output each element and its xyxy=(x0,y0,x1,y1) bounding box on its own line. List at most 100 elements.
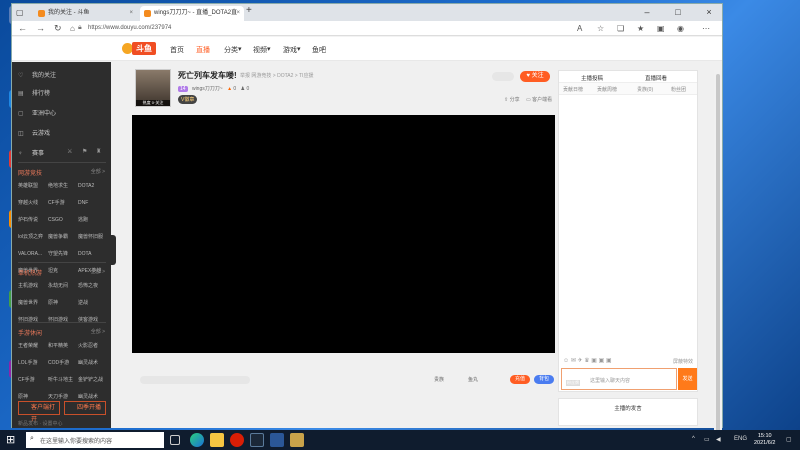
category-link[interactable]: 炉石传说 xyxy=(18,216,48,223)
refresh-icon[interactable]: ↻ xyxy=(54,23,62,34)
category-link[interactable]: 绝地求生 xyxy=(48,182,78,189)
danmaku-input[interactable] xyxy=(140,376,250,384)
emoji-icon[interactable]: ☺ xyxy=(563,358,569,364)
lock-icon[interactable]: 🔒︎ xyxy=(78,24,82,32)
event-logo-icon[interactable]: ⚑ xyxy=(82,148,87,155)
sidebar-footer[interactable]: 新品发布 · 设置中心 xyxy=(18,420,62,427)
category-link[interactable]: 坦克 xyxy=(48,267,78,274)
nav-category[interactable]: 分类 xyxy=(224,45,238,55)
tab-fan-club[interactable]: 粉丝团 xyxy=(671,86,686,93)
category-link[interactable]: 逆战 xyxy=(78,299,108,306)
event-logo-icon[interactable]: ⚔︎ xyxy=(67,148,72,155)
category-link[interactable]: 原神 xyxy=(48,299,78,306)
app-icon[interactable] xyxy=(290,433,304,447)
category-link[interactable]: 魔兽世界 xyxy=(18,299,48,306)
close-tab-icon[interactable]: × xyxy=(129,6,133,21)
tab-following[interactable]: 我的关注 - 斗鱼 × xyxy=(34,6,137,21)
send-danmaku-icon[interactable]: ✈ xyxy=(578,358,583,364)
category-link[interactable]: DOTA2 xyxy=(78,183,108,189)
sidebar-item-center[interactable]: ▢ 亚洲中心 xyxy=(18,108,56,117)
tab-noble[interactable]: 贵族(0) xyxy=(637,86,653,93)
backpack-button[interactable]: 背包 xyxy=(534,375,554,384)
edge-icon[interactable] xyxy=(190,433,204,447)
notification-icon[interactable]: ▢ xyxy=(786,436,792,443)
category-link[interactable]: COD手游 xyxy=(48,359,78,366)
close-window-icon[interactable]: × xyxy=(698,4,720,21)
category-link[interactable]: 魔兽怀旧服 xyxy=(78,233,108,240)
sidebar-item-following[interactable]: ♡ 我的关注 xyxy=(18,70,56,79)
language-indicator[interactable]: ENG xyxy=(734,436,747,442)
category-link[interactable]: 火影忍者 xyxy=(78,342,108,349)
box-icon[interactable]: ▣ xyxy=(606,358,612,364)
tab-actions-icon[interactable]: ▢ xyxy=(16,6,24,19)
category-link[interactable]: 主机游戏 xyxy=(18,282,48,289)
page-scrollbar[interactable] xyxy=(714,70,722,450)
category-link[interactable]: 原神 xyxy=(18,393,48,400)
gift-icon[interactable]: ✉ xyxy=(571,358,576,364)
tab-anchor-post[interactable]: 主播投稿 xyxy=(581,74,603,82)
video-player[interactable] xyxy=(132,115,555,353)
tab-live-room[interactable]: wings刀刀刀~ - 直播_DOTA2直 × xyxy=(140,6,244,21)
category-link[interactable]: 幽灵战术 xyxy=(78,359,108,366)
favorite-icon[interactable]: ☆ xyxy=(597,24,604,33)
category-link[interactable]: 守望先锋 xyxy=(48,250,78,257)
event-logo-icon[interactable]: ♜ xyxy=(96,148,101,155)
chat-input[interactable]: 粉丝牌 这里输入聊天内容 xyxy=(561,368,677,390)
sidebar-item-cloud-game[interactable]: ◫ 云游戏 xyxy=(18,128,50,137)
sidebar-item-rank[interactable]: ▤ 排行榜 xyxy=(18,88,50,97)
volume-icon[interactable]: ◀ xyxy=(716,436,721,443)
close-tab-icon[interactable]: × xyxy=(236,6,240,21)
category-link[interactable]: 听牛斗地主 xyxy=(48,376,78,383)
open-client-button[interactable]: 客户端打开 xyxy=(18,401,60,423)
collections-panel-icon[interactable]: ▣ xyxy=(657,24,665,33)
category-link[interactable]: 幽灵战术 xyxy=(78,393,108,400)
share-button[interactable]: ⇪ 分享 xyxy=(504,96,520,103)
tray-up-icon[interactable]: ^ xyxy=(692,436,695,442)
favorites-bar-icon[interactable]: ★ xyxy=(637,24,644,33)
anchor-avatar[interactable]: 热度 0·关注 xyxy=(135,69,171,107)
box-icon[interactable]: ▣ xyxy=(599,358,605,364)
tab-daily-rank[interactable]: 贡献日榜 xyxy=(563,86,583,93)
category-link[interactable]: 和平精英 xyxy=(48,342,78,349)
client-watch-button[interactable]: ▭ 客户端看 xyxy=(526,96,552,103)
network-icon[interactable]: ▭ xyxy=(704,436,710,443)
profile-icon[interactable]: ◉ xyxy=(677,24,684,33)
forward-icon[interactable]: → xyxy=(36,23,45,34)
sidebar-item-events[interactable]: ♆ 赛事 xyxy=(18,148,44,157)
fan-tag[interactable]: 粉丝牌 xyxy=(566,380,580,386)
category-link[interactable]: CF手游 xyxy=(18,376,48,383)
notify-toggle[interactable] xyxy=(492,72,514,81)
app-icon[interactable] xyxy=(270,433,284,447)
tab-weekly-rank[interactable]: 贡献周榜 xyxy=(597,86,617,93)
nav-category-arrow-icon[interactable]: ▾ xyxy=(238,45,242,53)
menu-icon[interactable]: ⋯ xyxy=(702,24,710,33)
category-link[interactable]: CSGO xyxy=(48,217,78,223)
fullscreen-toggle[interactable]: 贵族 xyxy=(434,376,444,383)
block-effects-toggle[interactable]: 屏蔽特效 xyxy=(673,358,693,365)
send-button[interactable]: 发送 xyxy=(678,368,697,390)
yuwan-counter[interactable]: 鱼丸 xyxy=(468,376,478,383)
file-explorer-icon[interactable] xyxy=(210,433,224,447)
anchor-name[interactable]: wings刀刀刀~ xyxy=(192,86,223,92)
category-link[interactable]: 逃跑 xyxy=(78,216,108,223)
nav-game-arrow-icon[interactable]: ▾ xyxy=(297,45,301,53)
category-link[interactable]: DOTA xyxy=(78,251,108,257)
nav-fishbar[interactable]: 鱼吧 xyxy=(312,45,326,55)
category-link[interactable]: 王者荣耀 xyxy=(18,342,48,349)
crown-icon[interactable]: ♛ xyxy=(584,358,589,364)
room-meta[interactable]: 举报 网游竞技 > DOTA2 > TI应援 xyxy=(240,72,313,79)
category-link[interactable]: CF手游 xyxy=(48,199,78,206)
task-view-icon[interactable] xyxy=(170,435,180,445)
category-link[interactable]: 恐怖之夜 xyxy=(78,282,108,289)
windows-start-icon[interactable]: ⊞ xyxy=(6,434,18,446)
section-more-link[interactable]: 全部 > xyxy=(91,268,105,275)
category-link[interactable]: VALORA... xyxy=(18,251,48,257)
netease-music-icon[interactable] xyxy=(230,433,244,447)
nav-home[interactable]: 首页 xyxy=(170,45,184,55)
douyu-logo[interactable]: 斗鱼 xyxy=(122,42,158,55)
section-more-link[interactable]: 全部 > xyxy=(91,168,105,175)
category-link[interactable]: 天刀手游 xyxy=(48,393,78,400)
scrollbar-thumb[interactable] xyxy=(716,74,720,450)
category-link[interactable]: LOL手游 xyxy=(18,359,48,366)
category-link[interactable]: 金铲铲之战 xyxy=(78,376,108,383)
